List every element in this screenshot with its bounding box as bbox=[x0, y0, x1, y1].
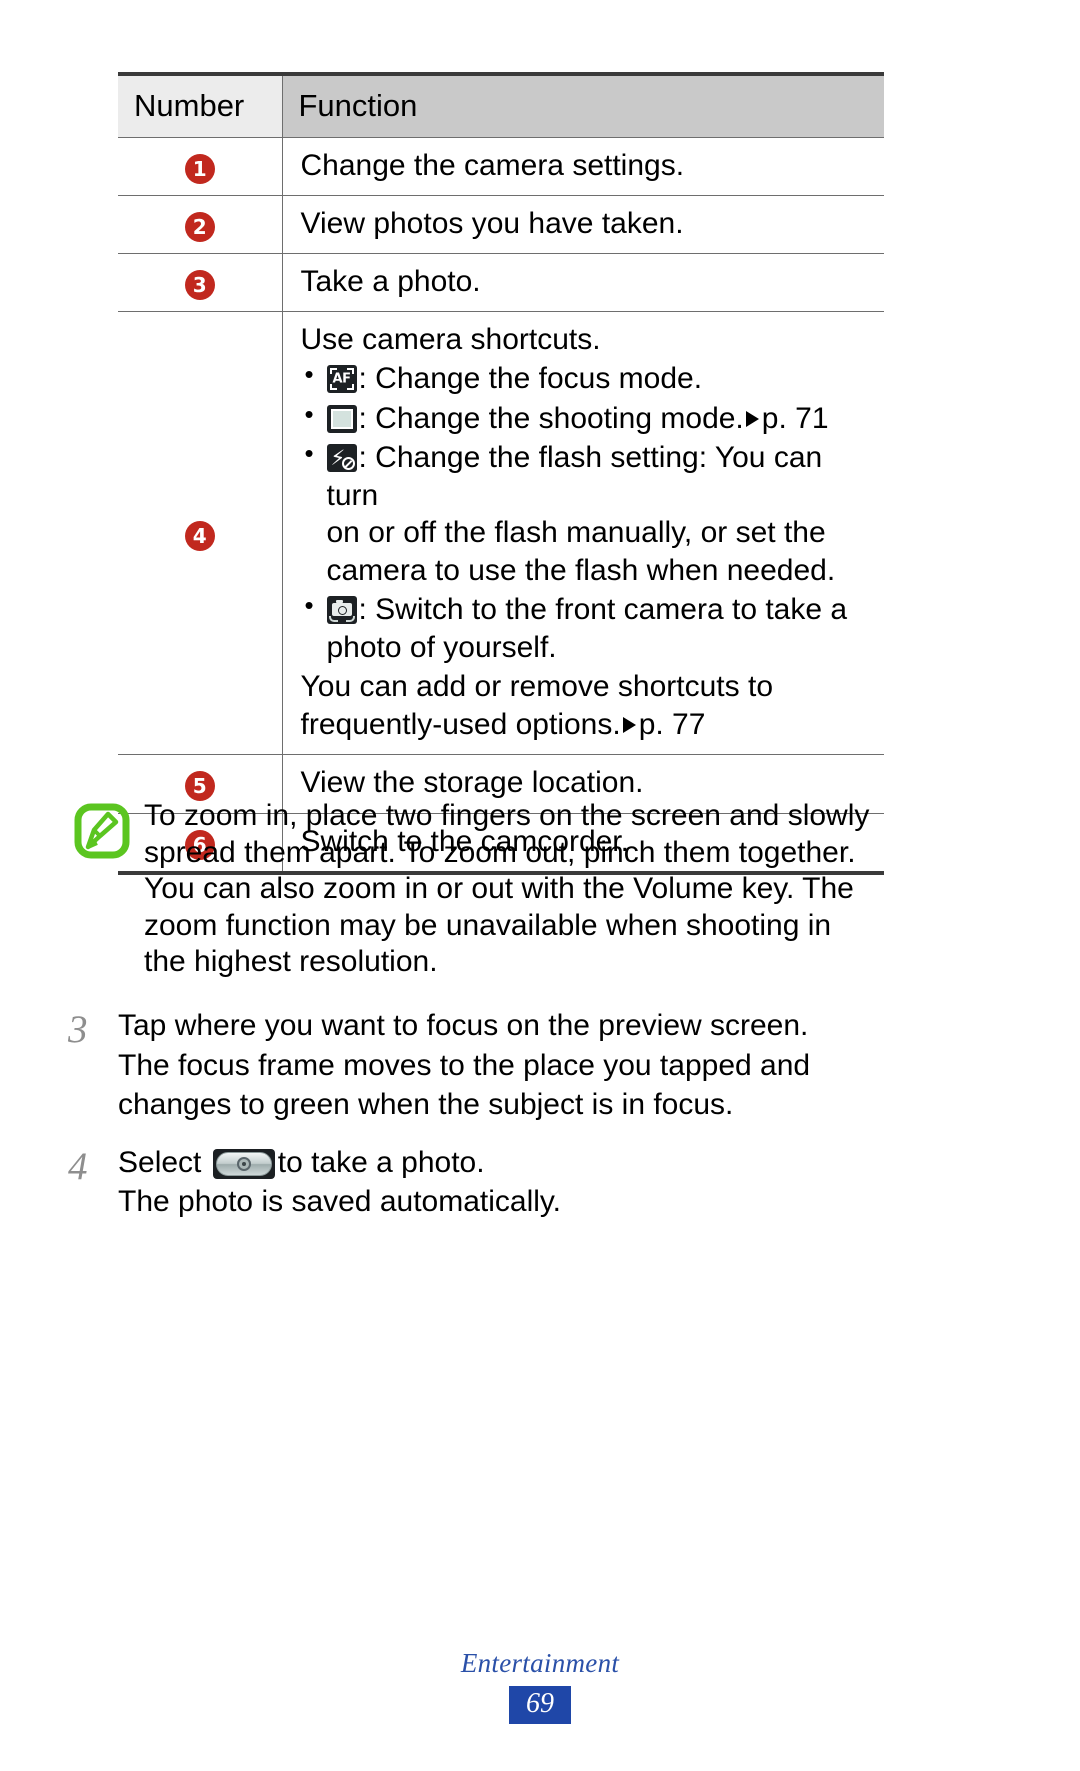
manual-page: Number Function 1 Change the camera sett… bbox=[0, 0, 1080, 1771]
note-line-1: To zoom in, place two fingers on the scr… bbox=[144, 799, 870, 832]
step-4-line-2: The photo is saved automatically. bbox=[118, 1185, 562, 1219]
row-function-cell: Take a photo. bbox=[282, 253, 884, 313]
note-line-4: zoom function may be unavailable when sh… bbox=[144, 908, 832, 942]
row-number-cell: 2 bbox=[118, 195, 283, 255]
step-4-line-1: Select to take a photo. bbox=[118, 1143, 1008, 1183]
shortcut-switch-text: : Switch to the front camera to take a bbox=[358, 593, 848, 627]
switch-camera-icon bbox=[326, 596, 357, 625]
number-badge-4: 4 bbox=[184, 520, 215, 551]
flash-off-icon: ⚡ bbox=[326, 444, 357, 473]
shortcut-list: AF : Change the focus mode. : Change the… bbox=[301, 358, 875, 666]
column-header-number: Number bbox=[118, 71, 283, 138]
column-header-function: Function bbox=[282, 71, 884, 138]
step-number-3: 3 bbox=[68, 1008, 88, 1051]
note-line-5: the highest resolution. bbox=[144, 945, 438, 979]
footer-chapter-title: Entertainment bbox=[460, 1648, 620, 1678]
reference-triangle-icon bbox=[622, 716, 636, 733]
step-3: 3 Tap where you want to focus on the pre… bbox=[68, 1006, 1008, 1125]
step-4-after-icon: to take a photo. bbox=[277, 1145, 485, 1179]
note-line-3: You can also zoom in or out with the Vol… bbox=[144, 872, 854, 906]
shortcut-focus-text: : Change the focus mode. bbox=[358, 362, 703, 396]
autofocus-icon: AF bbox=[326, 365, 357, 394]
shortcuts-heading: Use camera shortcuts. bbox=[300, 323, 601, 357]
note-text: To zoom in, place two fingers on the scr… bbox=[144, 798, 904, 981]
table-row: 1 Change the camera settings. bbox=[118, 137, 884, 196]
row-function-cell: View photos you have taken. bbox=[282, 195, 884, 255]
shortcut-flash-cont-2: camera to use the flash when needed. bbox=[326, 553, 836, 587]
row-number-cell: 1 bbox=[118, 137, 283, 196]
footer-page-number: 69 bbox=[509, 1686, 571, 1725]
step-4: 4 Select to take a photo. The photo is s… bbox=[68, 1143, 1008, 1222]
page-footer: Entertainment 69 bbox=[0, 1648, 1080, 1725]
step-4-text: Select to take a photo. The photo is sav… bbox=[118, 1143, 1008, 1222]
note-line-2: spread them apart. To zoom out, pinch th… bbox=[144, 835, 856, 869]
shortcut-shooting-text: : Change the shooting mode. bbox=[358, 401, 744, 435]
row-number-cell: 3 bbox=[118, 253, 283, 313]
step-3-text: Tap where you want to focus on the previ… bbox=[118, 1006, 1008, 1125]
number-badge-1: 1 bbox=[184, 153, 215, 184]
shortcuts-tail-line-1: You can add or remove shortcuts to bbox=[300, 670, 774, 704]
shortcuts-tail-text: frequently-used options. bbox=[300, 707, 621, 741]
number-badge-5: 5 bbox=[184, 771, 215, 802]
note-callout: To zoom in, place two fingers on the scr… bbox=[74, 798, 904, 981]
number-badge-2: 2 bbox=[184, 211, 215, 242]
step-4-select-label: Select bbox=[118, 1145, 202, 1179]
shutter-button-icon bbox=[212, 1148, 275, 1179]
shortcut-item-shooting-mode: : Change the shooting mode. p. 71 bbox=[301, 398, 875, 438]
step-3-line-1: Tap where you want to focus on the previ… bbox=[118, 1009, 809, 1042]
row-function-cell-shortcuts: Use camera shortcuts. AF : Change the fo… bbox=[282, 311, 884, 756]
shortcuts-tail-ref: p. 77 bbox=[638, 707, 706, 741]
table-header-row: Number Function bbox=[118, 71, 884, 138]
function-table: Number Function 1 Change the camera sett… bbox=[118, 71, 884, 875]
steps-list: 3 Tap where you want to focus on the pre… bbox=[68, 1006, 1008, 1240]
table-row: 3 Take a photo. bbox=[118, 253, 884, 313]
table-row: 2 View photos you have taken. bbox=[118, 195, 884, 255]
shortcut-flash-cont-1: on or off the flash manually, or set the bbox=[326, 516, 826, 550]
note-icon bbox=[74, 803, 130, 859]
number-badge-3: 3 bbox=[184, 270, 215, 301]
shortcuts-tail: You can add or remove shortcuts to frequ… bbox=[301, 668, 875, 743]
shortcut-switch-cont-1: photo of yourself. bbox=[326, 630, 557, 664]
row-function-cell: Change the camera settings. bbox=[282, 137, 884, 196]
row-number-cell: 4 bbox=[118, 311, 283, 756]
shortcut-flash-text: : Change the flash setting: You can turn bbox=[326, 441, 823, 512]
shortcut-item-switch-camera: : Switch to the front camera to take a p… bbox=[301, 589, 875, 666]
step-3-line-3: changes to green when the subject is in … bbox=[118, 1088, 734, 1122]
step-number-4: 4 bbox=[68, 1144, 88, 1188]
table-row-shortcuts: 4 Use camera shortcuts. AF : Change the … bbox=[118, 311, 884, 756]
shortcuts-tail-line-2: frequently-used options. p. 77 bbox=[301, 706, 875, 744]
step-3-line-2: The focus frame moves to the place you t… bbox=[118, 1048, 811, 1082]
reference-triangle-icon bbox=[745, 410, 759, 427]
shortcut-shooting-ref: p. 71 bbox=[761, 401, 829, 435]
shortcut-item-flash: ⚡ : Change the flash setting: You can tu… bbox=[301, 437, 875, 589]
shortcut-item-focus-mode: AF : Change the focus mode. bbox=[301, 358, 875, 398]
shooting-mode-icon bbox=[326, 404, 357, 433]
